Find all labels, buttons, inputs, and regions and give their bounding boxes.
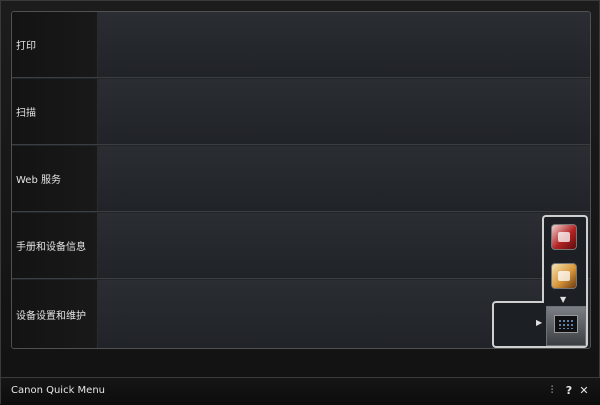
- menu-row-scan[interactable]: 扫描: [12, 79, 590, 145]
- status-bar: Canon Quick Menu ⫶ ? ✕: [1, 377, 600, 405]
- menu-label-web-services[interactable]: Web 服务: [12, 146, 98, 211]
- menu-label-device-settings[interactable]: 设备设置和维护: [12, 280, 98, 348]
- menu-label-manuals[interactable]: 手册和设备信息: [12, 213, 98, 278]
- menu-content-manuals[interactable]: [98, 213, 590, 278]
- menu-row-web-services[interactable]: Web 服务: [12, 146, 590, 212]
- app-window: 打印 扫描 Web 服务 手册和设备信息 设备设置和维护 ▼ ▶ Canon Q…: [0, 0, 600, 405]
- menu-content-print[interactable]: [98, 12, 590, 77]
- menu-label-scan[interactable]: 扫描: [12, 79, 98, 144]
- app-title: Canon Quick Menu: [11, 385, 105, 396]
- menu-label-print[interactable]: 打印: [12, 12, 98, 77]
- scroll-down-arrow-icon[interactable]: ▼: [560, 295, 566, 304]
- settings-icon[interactable]: ⫶: [545, 382, 559, 400]
- menu-row-print[interactable]: 打印: [12, 12, 590, 78]
- creative-print-icon[interactable]: [551, 263, 577, 289]
- menu-panel: 打印 扫描 Web 服务 手册和设备信息 设备设置和维护: [11, 11, 591, 349]
- menu-content-web-services[interactable]: [98, 146, 590, 211]
- expand-right-arrow-icon[interactable]: ▶: [536, 318, 542, 327]
- device-icon[interactable]: [546, 306, 586, 346]
- menu-content-scan[interactable]: [98, 79, 590, 144]
- menu-row-manuals[interactable]: 手册和设备信息: [12, 213, 590, 279]
- device-screen: [554, 315, 578, 333]
- photo-print-icon[interactable]: [551, 224, 577, 250]
- close-icon[interactable]: ✕: [577, 382, 591, 400]
- help-icon[interactable]: ?: [562, 382, 576, 400]
